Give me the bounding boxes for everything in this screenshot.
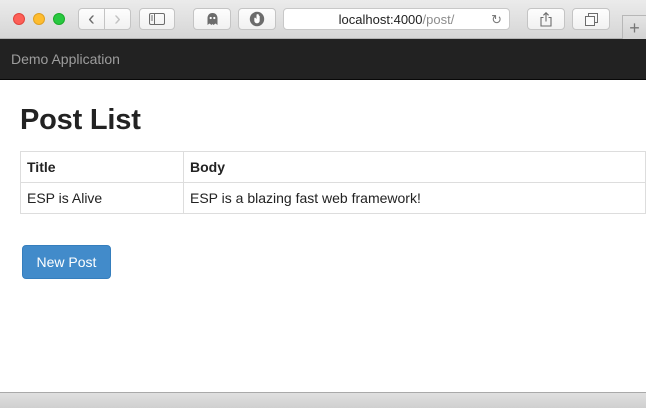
url-host: localhost:4000 — [338, 11, 423, 27]
show-tabs-button[interactable] — [572, 8, 610, 30]
minimize-window-button[interactable] — [33, 13, 45, 25]
ghost-extension-button[interactable] — [193, 8, 231, 30]
share-button[interactable] — [527, 8, 565, 30]
plus-icon: + — [629, 17, 640, 38]
close-window-button[interactable] — [13, 13, 25, 25]
back-button[interactable]: ‹ — [79, 9, 104, 29]
maximize-window-button[interactable] — [53, 13, 65, 25]
app-navbar: Demo Application — [0, 39, 646, 80]
chevron-right-icon: › — [114, 8, 121, 30]
new-tab-button[interactable]: + — [622, 15, 646, 39]
new-post-button[interactable]: New Post — [22, 245, 111, 279]
url-path: /post/ — [422, 11, 455, 27]
history-nav-group: ‹ › — [78, 8, 131, 30]
navbar-brand[interactable]: Demo Application — [11, 51, 120, 67]
column-header-title: Title — [20, 151, 184, 183]
post-body-cell: ESP is a blazing fast web framework! — [183, 182, 646, 214]
post-title-cell: ESP is Alive — [20, 182, 184, 214]
shield-extension-button[interactable] — [238, 8, 276, 30]
table-row[interactable]: ESP is Alive ESP is a blazing fast web f… — [20, 182, 646, 214]
sidebar-toggle-button[interactable] — [139, 8, 175, 30]
tabs-icon — [584, 12, 598, 26]
sidebar-icon — [149, 13, 165, 25]
browser-status-bar — [0, 392, 646, 408]
posts-table: Title Body ESP is Alive ESP is a blazing… — [20, 151, 646, 214]
ghost-icon — [207, 13, 217, 25]
shield-icon — [249, 11, 265, 27]
table-header-row: Title Body — [20, 151, 646, 183]
main-content: Post List Title Body ESP is Alive ESP is… — [20, 80, 646, 279]
page-title: Post List — [20, 104, 141, 136]
column-header-body: Body — [183, 151, 646, 183]
forward-button[interactable]: › — [104, 9, 130, 29]
chevron-left-icon: ‹ — [88, 8, 95, 30]
reload-icon[interactable]: ↻ — [491, 12, 502, 28]
share-icon — [540, 11, 552, 27]
browser-toolbar: ‹ › localhost:4000/post/ ↻ + — [0, 0, 646, 39]
address-bar[interactable]: localhost:4000/post/ ↻ — [283, 8, 510, 30]
